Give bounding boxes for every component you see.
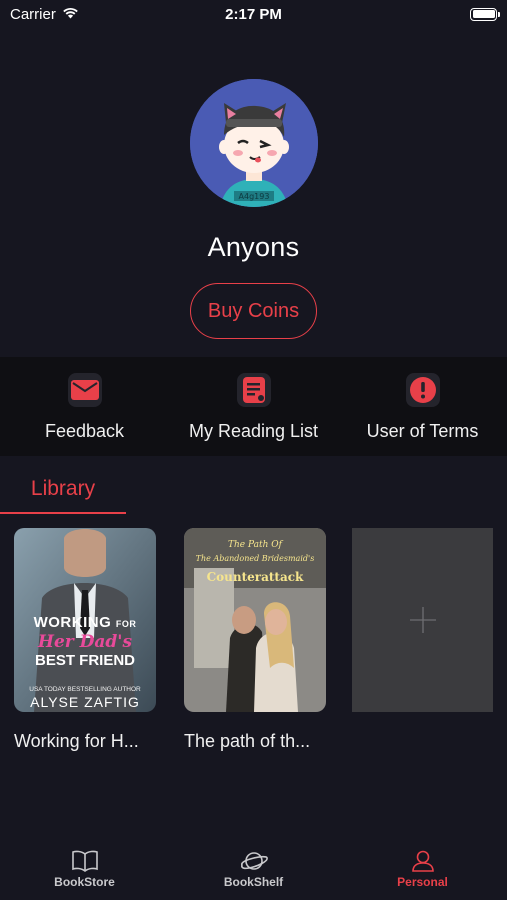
book-item[interactable]: WORKING FOR Her Dad's BEST FRIEND USA TO… [14,528,156,752]
terms-button[interactable]: User of Terms [338,357,507,456]
book-cover: The Path Of The Abandoned Bridesmaid's C… [184,528,326,712]
quick-actions-bar: Feedback My Reading List User of Terms [0,357,507,456]
mail-icon [67,373,102,407]
cover-line: WORKING [33,614,112,631]
cover-line: The Path Of [228,540,282,550]
library-books: WORKING FOR Her Dad's BEST FRIEND USA TO… [14,528,326,752]
planet-icon [240,852,268,870]
svg-text:A4g193: A4g193 [238,192,269,201]
tab-bookstore[interactable]: BookStore [0,840,169,900]
book-item[interactable]: The Path Of The Abandoned Bridesmaid's C… [184,528,326,752]
tab-library[interactable]: Library [0,470,126,514]
cover-line: Her Dad's [37,632,133,652]
alert-icon [405,373,440,407]
reading-list-button[interactable]: My Reading List [169,357,338,456]
tab-label: Personal [397,875,448,889]
reading-list-label: My Reading List [188,421,319,441]
feedback-label: Feedback [44,421,125,441]
terms-label: User of Terms [366,421,479,441]
cover-line: FOR [115,619,137,629]
wifi-icon [62,6,79,23]
avatar-illustration: A4g193 [189,79,318,207]
tab-personal[interactable]: Personal [338,840,507,900]
book-open-icon [71,850,98,872]
cover-line: ALYSE ZAFTIG [30,694,140,710]
profile-section: A4g193 Anyons Buy Coins [0,60,507,339]
status-bar: Carrier 2:17 PM [0,0,507,28]
battery-icon [470,7,500,21]
document-icon [236,373,271,407]
cover-line: Counterattack [206,570,304,584]
book-title: The path of th... [184,731,311,751]
cover-line: BEST FRIEND [34,652,135,669]
feedback-button[interactable]: Feedback [0,357,169,456]
carrier-label: Carrier [10,5,56,23]
plus-icon [409,607,436,633]
status-left: Carrier [10,6,79,23]
buy-coins-button[interactable]: Buy Coins [190,283,317,339]
user-icon [411,850,434,872]
add-book-button[interactable] [352,528,493,712]
tab-label: BookShelf [223,875,284,889]
cover-line: USA TODAY BESTSELLING AUTHOR [29,686,141,693]
book-title: Working for H... [14,731,139,751]
avatar[interactable]: A4g193 [189,79,318,207]
username: Anyons [207,232,300,262]
bottom-tab-bar: BookStore BookShelf Personal [0,840,507,900]
tab-label: BookStore [54,875,115,889]
tab-bookshelf[interactable]: BookShelf [169,840,338,900]
book-cover: WORKING FOR Her Dad's BEST FRIEND USA TO… [14,528,156,712]
cover-line: The Abandoned Bridesmaid's [195,554,315,563]
